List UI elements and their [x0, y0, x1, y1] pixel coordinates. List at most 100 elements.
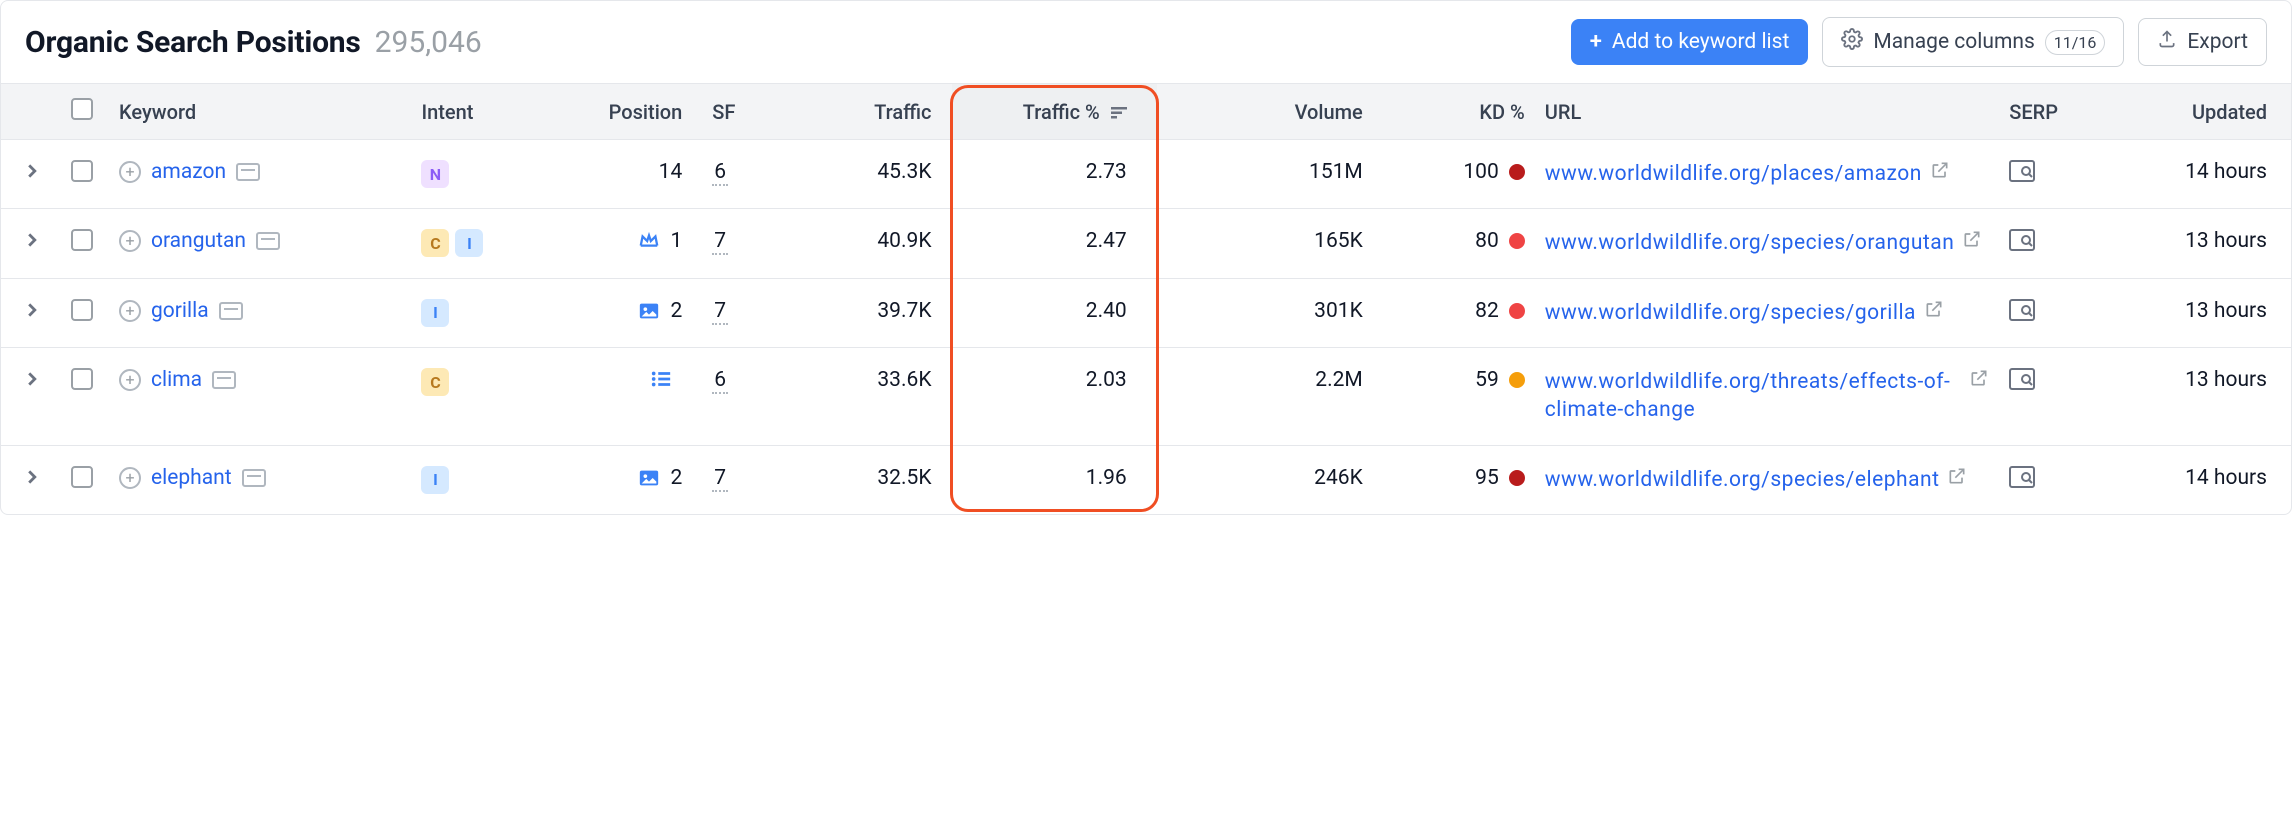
url-link[interactable]: www.worldwildlife.org/species/orangutan [1545, 229, 1955, 257]
sort-desc-icon [1111, 107, 1127, 119]
position-value: 14 [659, 160, 683, 184]
keyword-link[interactable]: elephant [151, 466, 232, 490]
row-checkbox[interactable] [71, 466, 93, 488]
serp-snapshot-icon[interactable] [256, 232, 280, 250]
col-volume[interactable]: Volume [1157, 84, 1373, 140]
expand-row-icon[interactable] [25, 160, 39, 184]
panel-title: Organic Search Positions [25, 25, 361, 60]
external-link-icon[interactable] [1969, 368, 1989, 394]
traffic-value: 33.6K [789, 348, 951, 446]
add-to-keyword-list-button[interactable]: + Add to keyword list [1571, 19, 1809, 65]
col-traffic-pct-label: Traffic % [1023, 100, 1100, 124]
export-button[interactable]: Export [2138, 18, 2267, 66]
serp-snapshot-icon[interactable] [236, 163, 260, 181]
row-checkbox[interactable] [71, 368, 93, 390]
expand-row-icon[interactable] [25, 368, 39, 392]
kd-value: 82 [1475, 299, 1499, 323]
expand-row-icon[interactable] [25, 299, 39, 323]
sf-value[interactable]: 7 [712, 229, 728, 255]
serp-preview-icon[interactable] [2009, 470, 2035, 494]
volume-value: 2.2M [1157, 348, 1373, 446]
organic-positions-panel: Organic Search Positions 295,046 + Add t… [0, 0, 2292, 515]
table-row: + orangutan CI 1 7 40.9K 2.47 165K 80 ww… [1, 209, 2291, 278]
kd-cell: 100 [1383, 160, 1525, 184]
serp-preview-icon[interactable] [2009, 303, 2035, 327]
position-cell: 1 [562, 229, 682, 253]
add-keyword-icon[interactable]: + [119, 369, 141, 391]
updated-value: 13 hours [2096, 209, 2291, 278]
col-kd[interactable]: KD % [1373, 84, 1535, 140]
serp-snapshot-icon[interactable] [219, 302, 243, 320]
url-link[interactable]: www.worldwildlife.org/places/amazon [1545, 160, 1922, 188]
updated-value: 13 hours [2096, 348, 2291, 446]
col-traffic[interactable]: Traffic [789, 84, 951, 140]
col-sf[interactable]: SF [692, 84, 789, 140]
add-keyword-icon[interactable]: + [119, 467, 141, 489]
keyword-link[interactable]: clima [151, 368, 202, 392]
select-all-checkbox[interactable] [71, 98, 93, 120]
serp-preview-icon[interactable] [2009, 164, 2035, 188]
add-keyword-icon[interactable]: + [119, 230, 141, 252]
export-icon [2157, 29, 2177, 55]
kd-difficulty-dot [1509, 164, 1525, 180]
col-serp[interactable]: SERP [1999, 84, 2096, 140]
position-cell [562, 368, 682, 390]
position-value: 1 [670, 229, 682, 253]
kd-value: 59 [1475, 368, 1499, 392]
serp-preview-icon[interactable] [2009, 233, 2035, 257]
intent-badge-i: I [421, 466, 449, 494]
expand-row-icon[interactable] [25, 466, 39, 490]
manage-columns-button[interactable]: Manage columns 11/16 [1822, 17, 2124, 67]
col-intent[interactable]: Intent [411, 84, 551, 140]
url-link[interactable]: www.worldwildlife.org/threats/effects-of… [1545, 368, 1961, 425]
keyword-link[interactable]: gorilla [151, 299, 209, 323]
add-keyword-icon[interactable]: + [119, 300, 141, 322]
col-traffic-pct[interactable]: Traffic % [952, 84, 1157, 140]
sf-value[interactable]: 6 [712, 368, 728, 394]
add-button-label: Add to keyword list [1612, 30, 1789, 54]
kd-difficulty-dot [1509, 372, 1525, 388]
serp-preview-icon[interactable] [2009, 372, 2035, 396]
row-checkbox[interactable] [71, 229, 93, 251]
kd-cell: 95 [1383, 466, 1525, 490]
col-check [55, 84, 109, 140]
export-label: Export [2187, 30, 2248, 54]
serp-snapshot-icon[interactable] [242, 469, 266, 487]
col-position[interactable]: Position [552, 84, 692, 140]
url-link[interactable]: www.worldwildlife.org/species/elephant [1545, 466, 1940, 494]
row-checkbox[interactable] [71, 160, 93, 182]
table-row: + amazon N 14 6 45.3K 2.73 151M 100 www.… [1, 140, 2291, 209]
sf-value[interactable]: 7 [712, 466, 728, 492]
updated-value: 13 hours [2096, 278, 2291, 347]
external-link-icon[interactable] [1947, 466, 1967, 492]
kd-value: 95 [1475, 466, 1499, 490]
col-url[interactable]: URL [1535, 84, 1999, 140]
kd-value: 80 [1475, 229, 1499, 253]
col-updated[interactable]: Updated [2096, 84, 2291, 140]
updated-value: 14 hours [2096, 445, 2291, 514]
panel-header: Organic Search Positions 295,046 + Add t… [1, 1, 2291, 83]
volume-value: 246K [1157, 445, 1373, 514]
url-link[interactable]: www.worldwildlife.org/species/gorilla [1545, 299, 1916, 327]
gear-icon [1841, 28, 1863, 56]
traffic-pct-value: 2.03 [952, 348, 1157, 446]
kd-value: 100 [1463, 160, 1498, 184]
serp-snapshot-icon[interactable] [212, 371, 236, 389]
sf-value[interactable]: 6 [712, 160, 728, 186]
col-keyword[interactable]: Keyword [109, 84, 411, 140]
col-expand [1, 84, 55, 140]
list-icon [650, 368, 672, 390]
expand-row-icon[interactable] [25, 229, 39, 253]
table-header-row: Keyword Intent Position SF Traffic Traff… [1, 84, 2291, 140]
keyword-link[interactable]: amazon [151, 160, 226, 184]
external-link-icon[interactable] [1962, 229, 1982, 255]
intent-cell: I [421, 466, 541, 494]
position-cell: 2 [562, 299, 682, 323]
keyword-link[interactable]: orangutan [151, 229, 246, 253]
sf-value[interactable]: 7 [712, 299, 728, 325]
row-checkbox[interactable] [71, 299, 93, 321]
external-link-icon[interactable] [1924, 299, 1944, 325]
external-link-icon[interactable] [1930, 160, 1950, 186]
add-keyword-icon[interactable]: + [119, 161, 141, 183]
position-cell: 14 [562, 160, 682, 184]
